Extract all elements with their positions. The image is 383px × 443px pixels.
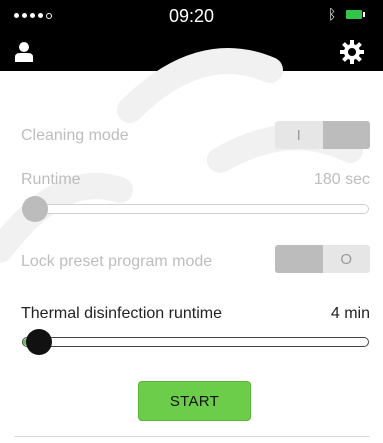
- battery-icon: [346, 10, 362, 19]
- runtime-label: Runtime: [21, 171, 81, 188]
- status-time: 09:20: [168, 6, 215, 26]
- cleaning-toggle-off-segment[interactable]: [322, 121, 370, 149]
- user-icon[interactable]: [14, 41, 34, 63]
- lock-preset-toggle[interactable]: O: [275, 245, 370, 273]
- battery-tip: [363, 12, 365, 17]
- thermal-slider-thumb[interactable]: [26, 329, 52, 355]
- bluetooth-icon: ᛒ: [328, 6, 337, 22]
- gear-icon[interactable]: [339, 39, 365, 65]
- thermal-runtime-slider[interactable]: [22, 329, 369, 355]
- lock-toggle-on-segment[interactable]: [275, 245, 323, 273]
- cleaning-toggle-on-segment[interactable]: I: [275, 121, 323, 149]
- thermal-runtime-label: Thermal disinfection runtime: [21, 305, 222, 322]
- status-bar: 09:20 ᛒ: [0, 0, 383, 31]
- runtime-value: 180 sec: [313, 171, 370, 188]
- cleaning-mode-label: Cleaning mode: [21, 127, 129, 144]
- lock-toggle-off-segment[interactable]: O: [323, 245, 371, 273]
- thermal-runtime-value: 4 min: [330, 305, 370, 322]
- lock-preset-label: Lock preset program mode: [21, 253, 213, 270]
- runtime-slider[interactable]: [22, 196, 369, 222]
- runtime-slider-thumb[interactable]: [22, 196, 48, 222]
- runtime-slider-track[interactable]: [22, 204, 369, 214]
- thermal-slider-track[interactable]: [22, 337, 369, 347]
- bottom-divider: [14, 436, 370, 437]
- cleaning-mode-toggle[interactable]: I: [275, 121, 370, 149]
- start-button[interactable]: START: [138, 381, 251, 421]
- nav-bar: [0, 31, 383, 71]
